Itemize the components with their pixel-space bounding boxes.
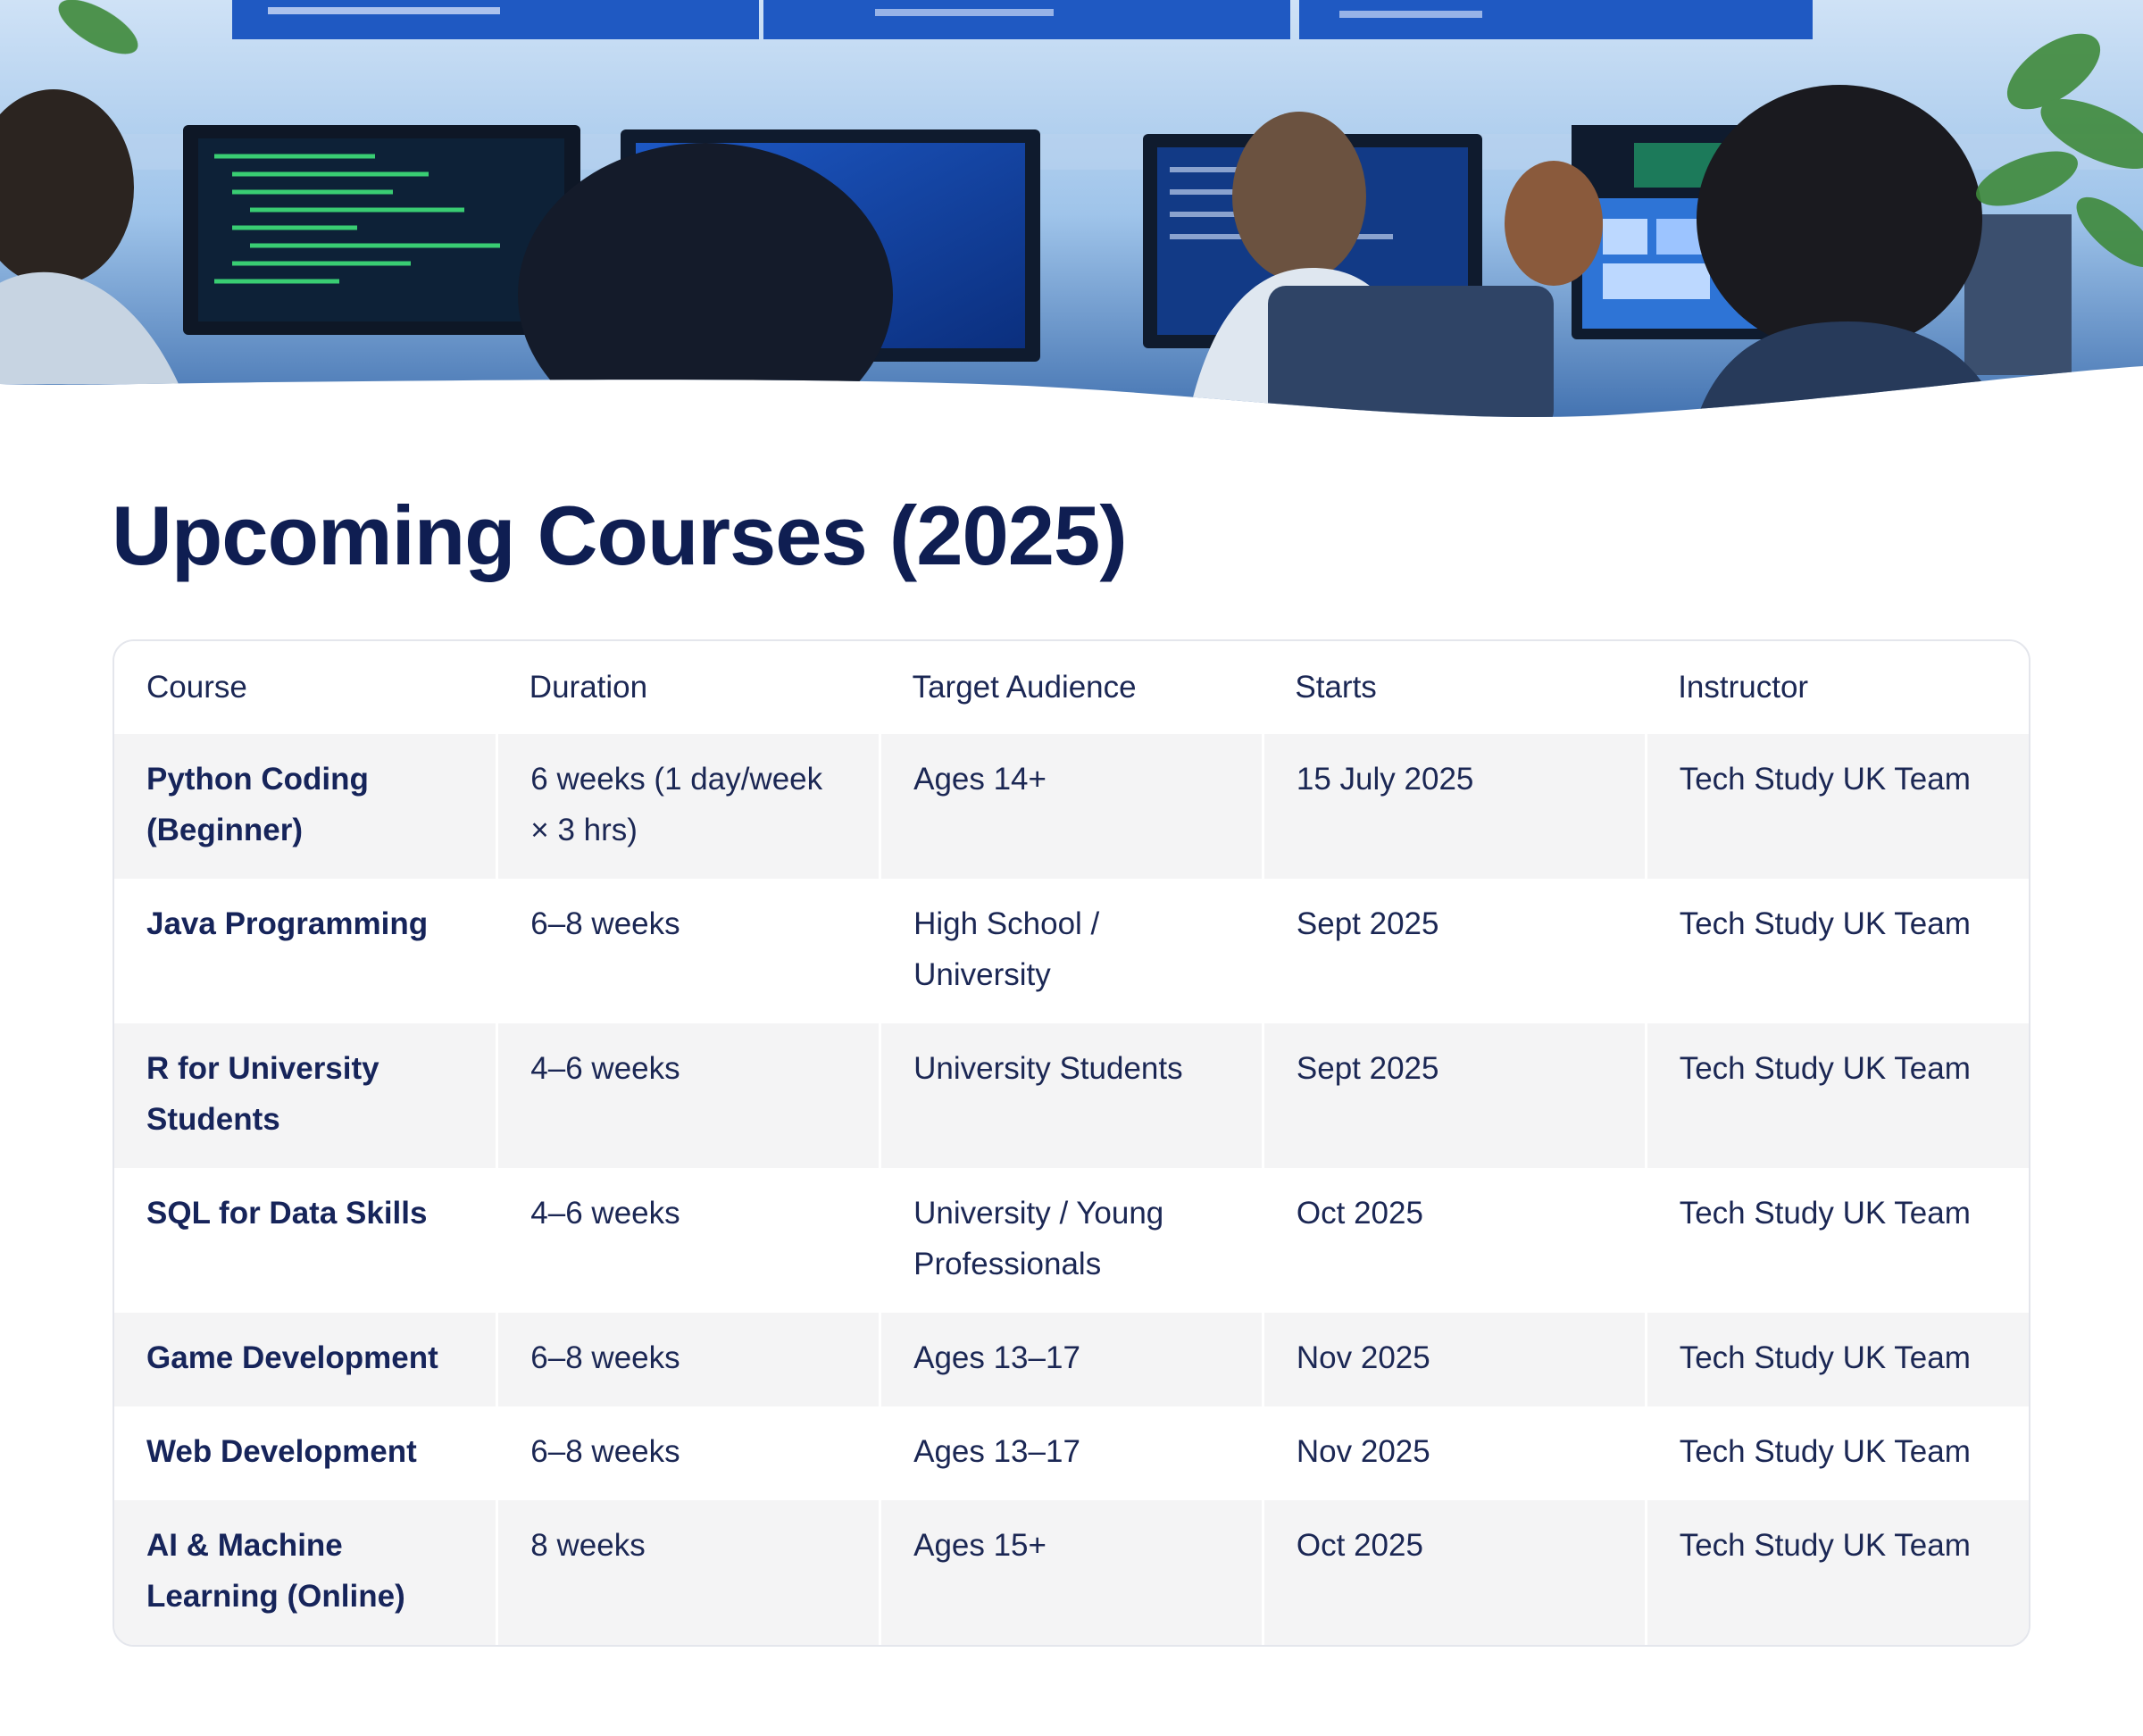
course-audience: Ages 15+ [879, 1500, 1263, 1645]
course-audience: University Students [879, 1023, 1263, 1168]
course-duration: 8 weeks [496, 1500, 880, 1645]
course-start: Sept 2025 [1261, 879, 1647, 1023]
course-duration: 4–6 weeks [496, 1023, 880, 1168]
course-instructor: Tech Study UK Team [1644, 879, 2029, 1023]
page-title: Upcoming Courses (2025) [112, 488, 1128, 582]
course-name: R for University Students [114, 1023, 497, 1168]
course-instructor: Tech Study UK Team [1644, 1406, 2029, 1500]
course-name: Java Programming [114, 879, 497, 1023]
course-name: Game Development [114, 1313, 497, 1406]
course-audience: Ages 13–17 [879, 1406, 1263, 1500]
table-row: Game Development 6–8 weeks Ages 13–17 No… [114, 1313, 2029, 1406]
course-start: Sept 2025 [1261, 1023, 1647, 1168]
course-start: Oct 2025 [1261, 1168, 1647, 1313]
table-row: SQL for Data Skills 4–6 weeks University… [114, 1168, 2029, 1313]
course-name: Web Development [114, 1406, 497, 1500]
course-duration: 4–6 weeks [496, 1168, 880, 1313]
course-name: Python Coding (Beginner) [114, 734, 497, 879]
column-header-instructor: Instructor [1646, 641, 2029, 734]
course-start: 15 July 2025 [1261, 734, 1647, 879]
course-name: AI & Machine Learning (Online) [114, 1500, 497, 1645]
courses-table: Course Duration Target Audience Starts I… [113, 639, 2030, 1647]
course-instructor: Tech Study UK Team [1644, 1023, 2029, 1168]
course-duration: 6 weeks (1 day/week × 3 hrs) [496, 734, 880, 879]
table-row: AI & Machine Learning (Online) 8 weeks A… [114, 1500, 2029, 1645]
course-audience: High School / University [879, 879, 1263, 1023]
course-duration: 6–8 weeks [496, 879, 880, 1023]
course-audience: University / Young Professionals [879, 1168, 1263, 1313]
course-start: Nov 2025 [1261, 1313, 1647, 1406]
column-header-duration: Duration [496, 641, 880, 734]
course-start: Oct 2025 [1261, 1500, 1647, 1645]
course-name: SQL for Data Skills [114, 1168, 497, 1313]
course-instructor: Tech Study UK Team [1644, 1500, 2029, 1645]
course-duration: 6–8 weeks [496, 1313, 880, 1406]
course-audience: Ages 13–17 [879, 1313, 1263, 1406]
table-row: R for University Students 4–6 weeks Univ… [114, 1023, 2029, 1168]
course-start: Nov 2025 [1261, 1406, 1647, 1500]
table-row: Web Development 6–8 weeks Ages 13–17 Nov… [114, 1406, 2029, 1500]
hero-image [0, 0, 2143, 418]
column-header-course: Course [114, 641, 497, 734]
course-duration: 6–8 weeks [496, 1406, 880, 1500]
table-header-row: Course Duration Target Audience Starts I… [114, 641, 2029, 734]
course-audience: Ages 14+ [879, 734, 1263, 879]
course-instructor: Tech Study UK Team [1644, 1168, 2029, 1313]
course-instructor: Tech Study UK Team [1644, 734, 2029, 879]
hero-banner [0, 0, 2143, 429]
column-header-starts: Starts [1263, 641, 1647, 734]
course-instructor: Tech Study UK Team [1644, 1313, 2029, 1406]
table-row: Python Coding (Beginner) 6 weeks (1 day/… [114, 734, 2029, 879]
column-header-audience: Target Audience [880, 641, 1263, 734]
table-row: Java Programming 6–8 weeks High School /… [114, 879, 2029, 1023]
